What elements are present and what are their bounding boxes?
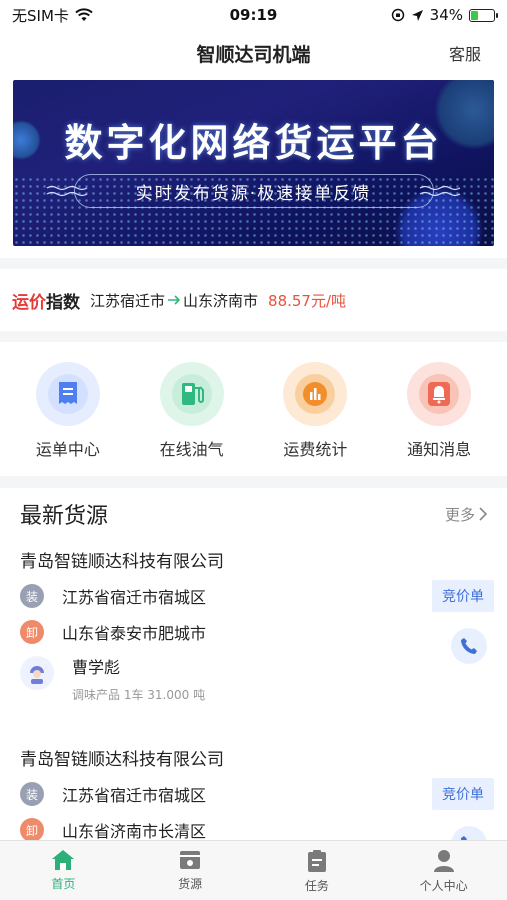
nav-bar: 智顺达司机端 客服 bbox=[0, 30, 507, 76]
price-index-logo-red: 运价 bbox=[12, 292, 46, 313]
wave-icon bbox=[419, 185, 461, 197]
latest-cargo-section: 最新货源 更多 青岛智链顺达科技有限公司 装 江苏省宿迁市宿城区 竞价单 卸 山… bbox=[0, 488, 507, 840]
tab-label: 货源 bbox=[178, 877, 203, 891]
battery-percent: 34% bbox=[429, 6, 463, 24]
carrier-label: 无SIM卡 bbox=[12, 6, 69, 25]
promo-banner[interactable]: 数字化网络货运平台 实时发布货源·极速接单反馈 bbox=[13, 80, 494, 246]
user-icon bbox=[433, 850, 454, 872]
fuel-pump-icon bbox=[171, 374, 212, 414]
arrow-right-icon bbox=[168, 295, 181, 305]
contact-info: 曹学彪 调味产品 1车 31.000 吨 bbox=[72, 652, 205, 703]
menu-label: 运费统计 bbox=[283, 440, 348, 459]
contact-name: 曹学彪 bbox=[72, 658, 121, 677]
price-index-row[interactable]: 运价指数 江苏宿迁市 山东济南市 88.57元/吨 bbox=[0, 269, 507, 331]
menu-item-freight-stats[interactable]: 运费统计 bbox=[260, 362, 370, 476]
price-index-logo-dark: 指数 bbox=[46, 292, 80, 313]
bell-icon bbox=[419, 374, 460, 414]
bid-badge: 竞价单 bbox=[432, 778, 494, 810]
person-icon bbox=[30, 666, 44, 684]
banner-subtitle-pill: 实时发布货源·极速接单反馈 bbox=[73, 174, 434, 208]
chevron-right-icon bbox=[479, 507, 487, 521]
menu-icon-bg bbox=[407, 362, 472, 426]
orientation-lock-icon bbox=[391, 8, 404, 22]
cargo-card[interactable]: 青岛智链顺达科技有限公司 装 江苏省宿迁市宿城区 竞价单 卸 山东省泰安市肥城市… bbox=[0, 540, 507, 714]
menu-icon-bg bbox=[35, 362, 100, 426]
banner-container: 数字化网络货运平台 实时发布货源·极速接单反馈 bbox=[0, 76, 507, 258]
avatar bbox=[20, 656, 54, 690]
page-title: 智顺达司机端 bbox=[196, 43, 311, 66]
load-tag: 装 bbox=[20, 584, 44, 608]
tab-label: 个人中心 bbox=[419, 879, 468, 893]
card-spacer bbox=[0, 714, 507, 738]
tab-home[interactable]: 首页 bbox=[13, 849, 113, 900]
unload-tag: 卸 bbox=[20, 818, 44, 840]
unload-tag: 卸 bbox=[20, 620, 44, 644]
tab-profile[interactable]: 个人中心 bbox=[394, 849, 494, 900]
section-title: 最新货源 bbox=[20, 504, 109, 529]
price-value: 88.57元/吨 bbox=[268, 291, 347, 310]
call-button[interactable] bbox=[451, 826, 487, 840]
cargo-icon bbox=[180, 851, 201, 869]
location-arrow-icon bbox=[411, 9, 423, 21]
price-index-logo: 运价指数 bbox=[12, 288, 80, 313]
customer-service-button[interactable]: 客服 bbox=[449, 41, 481, 65]
more-link[interactable]: 更多 bbox=[445, 504, 487, 525]
waybill-icon bbox=[47, 374, 88, 414]
battery-level bbox=[471, 10, 479, 20]
menu-label: 通知消息 bbox=[407, 440, 472, 459]
cargo-meta: 调味产品 1车 31.000 吨 bbox=[72, 688, 206, 702]
menu-label: 运单中心 bbox=[35, 440, 100, 459]
banner-title: 数字化网络货运平台 bbox=[64, 121, 443, 165]
banner-subtitle: 实时发布货源·极速接单反馈 bbox=[135, 183, 372, 204]
menu-item-waybill[interactable]: 运单中心 bbox=[13, 362, 123, 476]
load-address-row: 装 江苏省宿迁市宿城区 竞价单 bbox=[20, 578, 494, 614]
call-button[interactable] bbox=[451, 628, 487, 664]
tab-bar: 首页 货源 任务 个人中心 bbox=[0, 840, 507, 900]
load-tag: 装 bbox=[20, 782, 44, 806]
bar-chart-icon bbox=[295, 374, 336, 414]
cargo-card[interactable]: 青岛智链顺达科技有限公司 装 江苏省宿迁市宿城区 竞价单 卸 山东省济南市长清区 bbox=[0, 738, 507, 840]
unload-address: 山东省泰安市肥城市 bbox=[62, 624, 207, 643]
cargo-company: 青岛智链顺达科技有限公司 bbox=[20, 749, 224, 770]
contact-row: 曹学彪 调味产品 1车 31.000 吨 bbox=[20, 652, 487, 714]
menu-icon-bg bbox=[283, 362, 348, 426]
load-address: 江苏省宿迁市宿城区 bbox=[62, 588, 207, 607]
menu-label: 在线油气 bbox=[159, 440, 224, 459]
status-bar: 无SIM卡 09:19 34% bbox=[0, 0, 507, 30]
tab-cargo[interactable]: 货源 bbox=[140, 849, 240, 900]
cargo-company: 青岛智链顺达科技有限公司 bbox=[20, 551, 224, 572]
wifi-icon bbox=[75, 8, 93, 21]
phone-icon bbox=[461, 638, 477, 654]
status-right: 34% bbox=[391, 6, 498, 24]
section-header: 最新货源 更多 bbox=[0, 488, 507, 540]
menu-item-notifications[interactable]: 通知消息 bbox=[384, 362, 494, 476]
load-address-row: 装 江苏省宿迁市宿城区 竞价单 bbox=[20, 776, 494, 812]
home-icon bbox=[52, 850, 75, 870]
unload-address-row: 卸 山东省泰安市肥城市 bbox=[20, 614, 487, 664]
task-clipboard-icon bbox=[307, 850, 326, 872]
route-to: 山东济南市 bbox=[183, 291, 259, 310]
more-label: 更多 bbox=[444, 505, 475, 524]
unload-address: 山东省济南市长清区 bbox=[62, 822, 207, 840]
battery-icon bbox=[469, 8, 498, 22]
menu-icon-bg bbox=[159, 362, 224, 426]
tab-tasks[interactable]: 任务 bbox=[267, 849, 367, 900]
tab-label: 任务 bbox=[304, 879, 329, 893]
menu-item-fuel[interactable]: 在线油气 bbox=[137, 362, 247, 476]
bid-badge: 竞价单 bbox=[432, 580, 494, 612]
unload-address-row: 卸 山东省济南市长清区 bbox=[20, 812, 487, 840]
load-address: 江苏省宿迁市宿城区 bbox=[62, 786, 207, 805]
quick-menu: 运单中心 在线油气 运费统计 通知消息 bbox=[0, 342, 507, 476]
status-left: 无SIM卡 bbox=[12, 5, 93, 26]
route-from: 江苏宿迁市 bbox=[90, 291, 166, 310]
tab-label: 首页 bbox=[51, 877, 76, 891]
